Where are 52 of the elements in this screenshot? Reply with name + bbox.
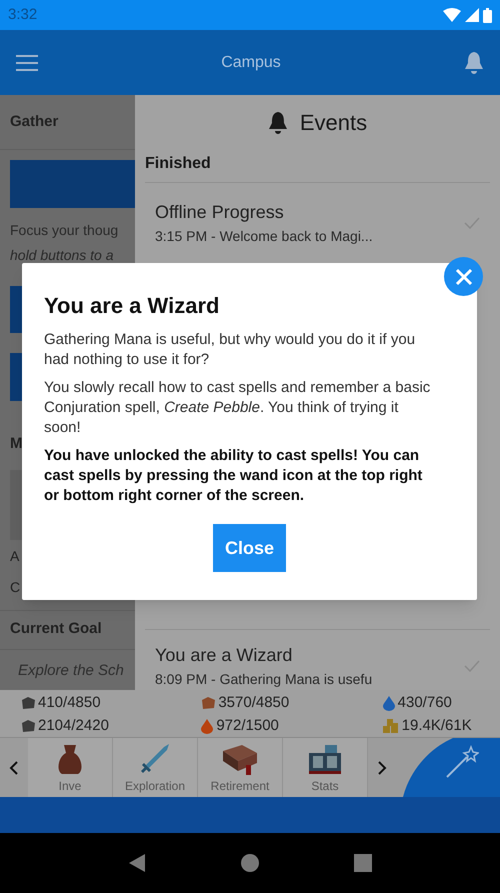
row-text: C: [9, 578, 22, 596]
rock-icon: [20, 696, 36, 710]
nav-tab[interactable]: Retirement: [198, 738, 283, 797]
nav-tab[interactable]: Exploration: [113, 738, 198, 797]
checkmark-icon: [464, 217, 480, 229]
app-title: Campus: [221, 52, 281, 72]
status-time: 3:32: [8, 4, 38, 25]
dialog-paragraph: You have unlocked the ability to cast spells! You can cast spells by pressing the wand icon at the top right or bottom right corner of the screen.: [44, 446, 424, 506]
droplet-icon: [382, 695, 396, 712]
close-button[interactable]: Close: [213, 524, 286, 572]
menu-icon[interactable]: [16, 54, 38, 72]
resource-amount: 2104/2420: [38, 716, 109, 736]
section-title: Finished: [145, 154, 211, 174]
event-title: You are a Wizard: [155, 644, 294, 667]
dialog-title: You are a Wizard: [44, 292, 220, 320]
goal-text: Explore the Sch: [17, 660, 125, 680]
wifi-icon: [443, 8, 461, 22]
recents-icon[interactable]: [354, 854, 372, 872]
resource-amount: 410/4850: [38, 693, 101, 713]
resource-amount: 19.4K/61K: [402, 716, 472, 736]
event-title: Offline Progress: [155, 201, 285, 224]
section-title: M: [9, 434, 24, 454]
nav-tab[interactable]: Inve: [28, 738, 113, 797]
coins-icon: [382, 718, 400, 734]
bell-icon: [268, 110, 288, 134]
chevron-left-icon[interactable]: [9, 760, 19, 776]
resource-amount: 430/760: [398, 693, 452, 713]
back-icon[interactable]: [128, 853, 146, 873]
row-text: A: [9, 546, 20, 566]
event-detail: 3:15 PM - Welcome back to Magi...: [155, 227, 373, 246]
bell-icon[interactable]: [464, 50, 484, 74]
resource-amount: 3570/4850: [218, 693, 290, 713]
event-item[interactable]: Offline Progress 3:15 PM - Welcome back to Magi...: [135, 183, 500, 253]
dialog-paragraph: You slowly recall how to cast spells and remember a basic Conjuration spell, Create Pebble. You think of trying it soon!: [44, 378, 432, 438]
event-detail: 8:09 PM - Gathering Mana is usefu: [155, 670, 372, 689]
dialog-paragraph: Gathering Mana is useful, but why would you do it if you had nothing to use it for?: [44, 330, 416, 370]
battery-icon: [483, 8, 492, 22]
home-icon[interactable]: [240, 854, 259, 872]
panel-card: [10, 470, 22, 540]
events-title: Events: [300, 109, 368, 137]
nav-tab[interactable]: Stats: [283, 738, 368, 797]
wand-icon: [445, 745, 479, 779]
resource-amount: 972/1500: [216, 716, 279, 736]
chevron-right-icon[interactable]: [377, 760, 387, 776]
event-item[interactable]: You are a Wizard 8:09 PM - Gathering Mana is usefu: [135, 630, 500, 690]
description-text: Focus your thoug: [9, 221, 120, 240]
section-title: Gather: [10, 112, 58, 132]
flame-icon: [200, 718, 214, 734]
checkmark-icon: [464, 660, 480, 672]
hint-text: hold buttons to a: [9, 246, 115, 265]
section-title: Current Goal: [10, 619, 102, 640]
signal-icon: [465, 8, 479, 22]
